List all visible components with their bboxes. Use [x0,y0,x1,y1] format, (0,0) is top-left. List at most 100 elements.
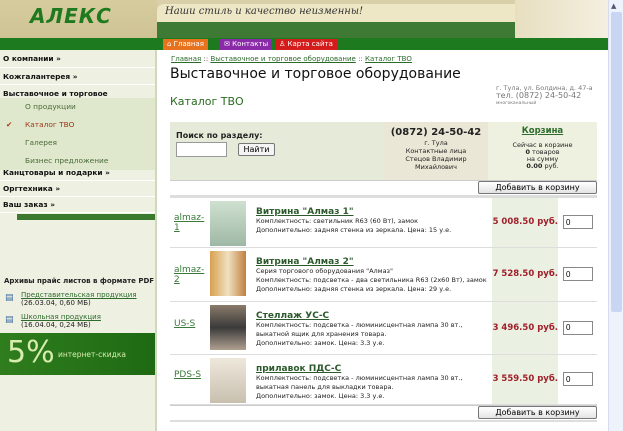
archive-file-2-meta: (16.04.04, 0,24 МБ) [21,321,91,329]
product-name-link[interactable]: Витрина "Алмаз 1" [256,207,354,217]
nav-home-label: Главная [173,40,204,48]
search-panel: Поиск по разделу: Найти [170,122,384,180]
add-to-cart-button-bottom[interactable]: Добавить в корзину [478,406,597,419]
address-phone: тел. (0872) 24-50-42 [496,91,582,100]
product-desc-line: Комплектность: подсветка - люминисцентна… [256,374,463,391]
archive-file-1-meta: (26.03.04, 0,60 МБ) [21,299,91,307]
product-desc-line: Комплектность: светильник R63 (60 Вт), з… [256,217,419,225]
cart-panel: Корзина Сейчас в корзине 0 товаров на су… [488,122,597,180]
scroll-up-icon[interactable]: ▲ [611,2,616,10]
product-description: Комплектность: светильник R63 (60 Вт), з… [256,217,496,235]
sidebar-item-stationery[interactable]: Канцтовары и подарки » [0,165,155,181]
divider [170,420,597,422]
product-desc-line: Дополнительно: задняя стенка из зеркала.… [256,226,452,234]
nav-sitemap-label: Карта сайта [287,40,333,48]
sidebar-subitem-about[interactable]: О продукции [0,98,155,116]
add-to-cart-button[interactable]: Добавить в корзину [478,181,597,194]
product-desc-line: Комплектность: подсветка - люминисцентна… [256,321,463,338]
zip-file-icon: ▤ [5,315,14,325]
search-button[interactable]: Найти [238,143,275,156]
product-desc-line: Дополнительно: задняя стенка из зеркала.… [256,285,452,293]
slogan: Наши стиль и качество неизменны! [165,6,364,17]
nav-contacts-label: Контакты [232,40,269,48]
page-subtitle: Каталог ТВО [170,95,244,108]
sidebar: О компании » Кожгалантерея » Выставочное… [0,50,157,431]
product-desc-line: Комплектность: подсветка - два светильни… [256,276,487,284]
discount-label: интернет-скидка [58,350,126,359]
quantity-input[interactable] [563,320,593,335]
product-code-link[interactable]: US-S [174,319,204,329]
checkmark-icon: ✔ [6,120,13,129]
sidebar-subitem-catalog-label: Каталог ТВО [25,120,75,129]
sidebar-item-order[interactable]: Ваш заказ » [0,197,155,213]
product-row: PDS-S прилавок ПДС-С Комплектность: подс… [170,355,597,405]
contact-label: Контактные лица [405,147,467,155]
sidebar-divider [17,214,155,220]
contact-phone: (0872) 24-50-42 [390,127,482,138]
quantity-input[interactable] [563,372,593,386]
product-price: 3 559.50 руб. [492,374,558,384]
address-note: многоканальный [496,101,537,106]
quantity-input[interactable] [563,215,593,229]
sidebar-subitem-gallery[interactable]: Галерея [0,134,155,152]
product-price: 5 008.50 руб. [492,217,558,227]
archive-title: Архивы прайс листов в формате PDF [4,277,155,285]
product-desc-line: Серия торгового оборудования "Алмаз" [256,267,394,275]
breadcrumb-home[interactable]: Главная [171,55,201,63]
product-row: almaz-1 Витрина "Алмаз 1" Комплектность:… [170,198,597,248]
search-label: Поиск по разделу: [176,131,263,140]
breadcrumb-current[interactable]: Каталог ТВО [365,55,412,63]
archive-file-2-link[interactable]: Школьная продукция [21,313,101,321]
product-price: 3 496.50 руб. [492,322,558,333]
product-code-link[interactable]: almaz-2 [174,265,204,285]
product-row: US-S Стеллаж УС-С Комплектность: подсвет… [170,302,597,355]
nav-sitemap[interactable]: ♙ Карта сайта [275,39,337,50]
product-description: Серия торгового оборудования "Алмаз" Комп… [256,267,496,294]
discount-value: 5% [7,335,55,370]
archive-file-1[interactable]: Представительская продукция (26.03.04, 0,… [21,291,137,307]
product-description: Комплектность: подсветка - люминисцентна… [256,374,496,401]
archive-file-1-link[interactable]: Представительская продукция [21,291,137,299]
product-thumbnail[interactable] [210,358,246,403]
sidebar-item-company[interactable]: О компании » [0,50,155,68]
product-desc-line: Дополнительно: замок. Цена: 3.3 у.е. [256,392,385,400]
breadcrumb-sep: :: [203,55,209,63]
product-thumbnail[interactable] [210,251,246,296]
cart-currency: руб. [544,162,559,170]
breadcrumb-section[interactable]: Выставочное и торговое оборудование [210,55,355,63]
contact-panel: (0872) 24-50-42 г. Тула Контактные лица … [384,122,488,180]
quantity-input[interactable] [563,267,593,281]
scrollbar-thumb[interactable] [611,12,622,312]
address-block: г. Тула, ул. Болдина, д. 47-а тел. (0872… [496,84,593,108]
product-row: almaz-2 Витрина "Алмаз 2" Серия торговог… [170,248,597,302]
product-price: 7 528.50 руб. [492,269,558,279]
sidebar-subitem-catalog[interactable]: ✔ Каталог ТВО [0,116,155,134]
search-input[interactable] [176,142,227,157]
zip-file-icon: ▤ [5,293,14,303]
contact-city: г. Тула [424,139,448,147]
contact-person: Михайлович [415,163,457,171]
product-code-link[interactable]: PDS-S [174,370,204,380]
product-description: Комплектность: подсветка - люминисцентна… [256,321,496,348]
sidebar-item-leather[interactable]: Кожгалантерея » [0,68,155,85]
product-thumbnail[interactable] [210,305,246,350]
breadcrumb: Главная :: Выставочное и торговое оборуд… [171,55,412,63]
discount-banner[interactable]: 5% интернет-скидка [0,333,155,375]
header-decoration [515,0,608,38]
product-name-link[interactable]: Стеллаж УС-С [256,311,329,321]
archive-file-2[interactable]: Школьная продукция (16.04.04, 0,24 МБ) [21,313,101,329]
page-title: Выставочное и торговое оборудование [170,66,461,82]
product-name-link[interactable]: прилавок ПДС-С [256,364,341,374]
sidebar-item-office[interactable]: Оргтехника » [0,181,155,197]
nav-contacts[interactable]: ✉ Контакты [220,39,273,50]
product-name-link[interactable]: Витрина "Алмаз 2" [256,257,354,267]
product-code-link[interactable]: almaz-1 [174,213,204,233]
cart-link[interactable]: Корзина [488,126,597,136]
product-desc-line: Дополнительно: замок. Цена: 3.3 у.е. [256,339,385,347]
cart-sum: 0.00 [526,162,543,170]
site-logo[interactable]: АЛЕКС [30,4,112,28]
vertical-scrollbar[interactable]: ▲ [608,0,623,431]
nav-home[interactable]: ⌂ Главная [163,39,208,50]
product-thumbnail[interactable] [210,201,246,246]
breadcrumb-sep: :: [358,55,363,63]
